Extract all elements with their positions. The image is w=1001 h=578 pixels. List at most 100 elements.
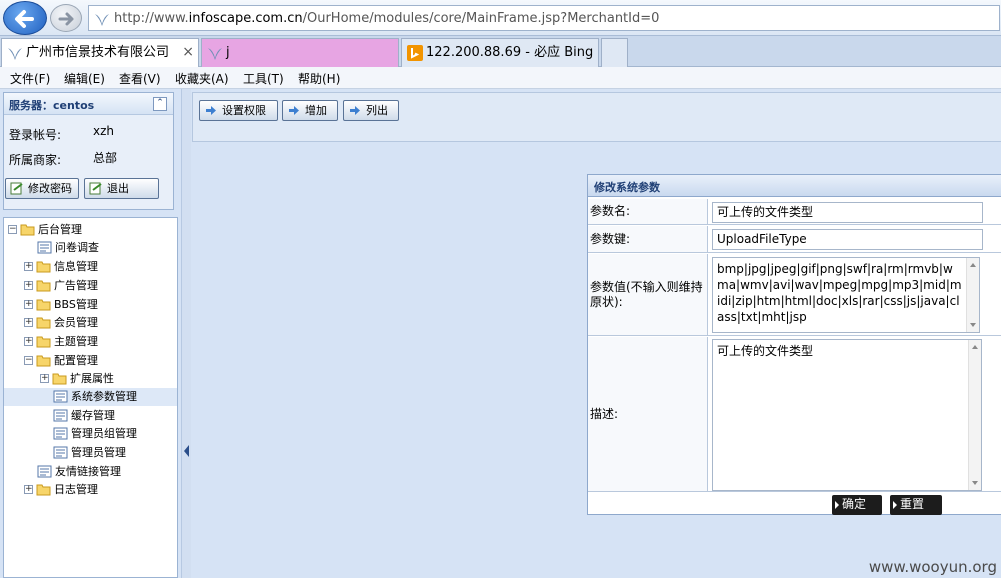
arrow-right-icon bbox=[835, 501, 839, 509]
add-button[interactable]: 增加 bbox=[282, 100, 338, 121]
tree-node-config[interactable]: − 配置管理 bbox=[4, 352, 174, 370]
new-tab-button[interactable] bbox=[601, 38, 628, 67]
back-button[interactable] bbox=[3, 1, 47, 35]
tree-node-admin-groups[interactable]: 管理员组管理 bbox=[4, 425, 174, 443]
url-input[interactable]: http://www.infoscape.com.cn/OurHome/modu… bbox=[88, 5, 1000, 31]
tab-label: 122.200.88.69 - 必应 Bing bbox=[426, 45, 594, 60]
param-name-label: 参数名: bbox=[588, 199, 708, 224]
folder-icon bbox=[36, 317, 51, 329]
page-icon bbox=[53, 446, 68, 459]
menu-favorites[interactable]: 收藏夹(A) bbox=[175, 70, 229, 87]
page-icon bbox=[53, 390, 68, 403]
forward-arrow-icon bbox=[58, 12, 74, 26]
arrow-right-icon bbox=[350, 106, 360, 115]
menu-file[interactable]: 文件(F) bbox=[10, 70, 50, 87]
login-account-label: 登录帐号: bbox=[9, 128, 62, 142]
expand-node-icon[interactable]: + bbox=[40, 374, 49, 383]
merchant-value: 总部 bbox=[93, 151, 118, 165]
menu-edit[interactable]: 编辑(E) bbox=[64, 70, 105, 87]
server-title: 服务器：centos bbox=[9, 99, 95, 112]
tab-bing[interactable]: 122.200.88.69 - 必应 Bing bbox=[401, 38, 599, 67]
tree-node-root[interactable]: − 后台管理 bbox=[4, 221, 174, 239]
collapse-left-icon[interactable] bbox=[184, 445, 189, 457]
menu-view[interactable]: 查看(V) bbox=[119, 70, 161, 87]
exit-icon bbox=[89, 182, 102, 195]
action-toolbar: 设置权限 增加 列出 bbox=[192, 92, 1001, 142]
page-icon bbox=[53, 427, 68, 440]
tree-node-ads[interactable]: + 广告管理 bbox=[4, 277, 174, 295]
folder-icon bbox=[36, 261, 51, 273]
change-password-button[interactable]: 修改密码 bbox=[5, 178, 79, 199]
expand-node-icon[interactable]: + bbox=[24, 318, 33, 327]
site-favicon-icon bbox=[95, 14, 109, 26]
tree-node-logs[interactable]: + 日志管理 bbox=[4, 481, 174, 499]
expand-node-icon[interactable]: + bbox=[24, 281, 33, 290]
tree-node-survey[interactable]: 问卷调查 bbox=[4, 239, 174, 257]
param-value-textarea[interactable]: bmp|jpg|jpeg|gif|png|swf|ra|rm|rmvb|wma|… bbox=[712, 257, 980, 333]
collapse-node-icon[interactable]: − bbox=[24, 356, 33, 365]
expand-node-icon[interactable]: + bbox=[24, 262, 33, 271]
arrow-right-icon bbox=[206, 106, 216, 115]
edit-doc-icon bbox=[10, 182, 23, 195]
login-account-value: xzh bbox=[93, 124, 115, 138]
collapse-icon[interactable]: ⌃ bbox=[153, 97, 167, 111]
description-textarea[interactable]: 可上传的文件类型 bbox=[712, 339, 982, 491]
tree-node-sys-params[interactable]: 系统参数管理 bbox=[4, 388, 177, 406]
tree-node-info[interactable]: + 信息管理 bbox=[4, 258, 174, 276]
row-param-name: 参数名: 可上传的文件类型 bbox=[588, 199, 1001, 225]
page-icon bbox=[37, 241, 52, 254]
bing-icon bbox=[407, 45, 423, 61]
folder-open-icon bbox=[20, 224, 35, 236]
collapse-node-icon[interactable]: − bbox=[8, 225, 17, 234]
folder-icon bbox=[36, 280, 51, 292]
param-key-input[interactable]: UploadFileType bbox=[712, 229, 983, 250]
list-button[interactable]: 列出 bbox=[343, 100, 399, 121]
tree-node-bbs[interactable]: + BBS管理 bbox=[4, 296, 174, 314]
forward-button[interactable] bbox=[50, 4, 82, 32]
navigation-tree: − 后台管理 问卷调查 + 信息管理 + 广告管理 + BBS管理 + 会员管理… bbox=[3, 217, 178, 578]
arrow-right-icon bbox=[289, 106, 299, 115]
expand-node-icon[interactable]: + bbox=[24, 337, 33, 346]
form-title: 修改系统参数 bbox=[594, 181, 660, 194]
param-key-label: 参数键: bbox=[588, 226, 708, 252]
tree-node-admins[interactable]: 管理员管理 bbox=[4, 444, 174, 462]
confirm-button[interactable]: 确定 bbox=[832, 495, 882, 515]
tab-label: j bbox=[226, 45, 230, 60]
tree-node-cache[interactable]: 缓存管理 bbox=[4, 407, 174, 425]
page-icon bbox=[53, 409, 68, 422]
address-bar-area: http://www.infoscape.com.cn/OurHome/modu… bbox=[0, 0, 1001, 36]
tab-infoscape[interactable]: 广州市信景技术有限公司 × bbox=[1, 38, 199, 67]
expand-node-icon[interactable]: + bbox=[24, 300, 33, 309]
panel-splitter[interactable] bbox=[181, 89, 191, 578]
tree-node-ext-attrs[interactable]: + 扩展属性 bbox=[4, 370, 174, 388]
textarea-scrollbar[interactable] bbox=[966, 258, 979, 332]
folder-icon bbox=[36, 484, 51, 496]
set-permissions-button[interactable]: 设置权限 bbox=[199, 100, 278, 121]
watermark: www.wooyun.org bbox=[868, 558, 997, 576]
arrow-right-icon bbox=[893, 501, 897, 509]
site-favicon-icon bbox=[208, 48, 222, 60]
menu-tools[interactable]: 工具(T) bbox=[243, 70, 284, 87]
param-name-input[interactable]: 可上传的文件类型 bbox=[712, 202, 983, 223]
logout-button[interactable]: 退出 bbox=[84, 178, 159, 199]
menu-help[interactable]: 帮助(H) bbox=[298, 70, 340, 87]
merchant-label: 所属商家: bbox=[9, 153, 62, 167]
form-header: 修改系统参数 bbox=[588, 175, 1001, 197]
edit-params-form: 修改系统参数 参数名: 可上传的文件类型 参数键: UploadFileType… bbox=[587, 174, 1001, 515]
user-info-header: 服务器：centos ⌃ bbox=[4, 93, 173, 115]
user-info-panel: 服务器：centos ⌃ 登录帐号: xzh 所属商家: 总部 修改密码 退出 bbox=[3, 92, 174, 210]
tab-j[interactable]: j bbox=[201, 38, 399, 67]
folder-open-icon bbox=[36, 355, 51, 367]
page-icon bbox=[37, 465, 52, 478]
row-param-value: 参数值(不输入则维持原状): bmp|jpg|jpeg|gif|png|swf|… bbox=[588, 254, 1001, 336]
expand-node-icon[interactable]: + bbox=[24, 485, 33, 494]
param-value-label: 参数值(不输入则维持原状): bbox=[588, 254, 708, 335]
tree-node-links[interactable]: 友情链接管理 bbox=[4, 463, 174, 481]
tree-node-members[interactable]: + 会员管理 bbox=[4, 314, 174, 332]
close-tab-icon[interactable]: × bbox=[182, 39, 194, 66]
reset-button[interactable]: 重置 bbox=[890, 495, 942, 515]
tab-label: 广州市信景技术有限公司 bbox=[26, 45, 170, 60]
textarea-scrollbar[interactable] bbox=[968, 340, 981, 490]
site-favicon-icon bbox=[8, 48, 22, 60]
tree-node-themes[interactable]: + 主题管理 bbox=[4, 333, 174, 351]
